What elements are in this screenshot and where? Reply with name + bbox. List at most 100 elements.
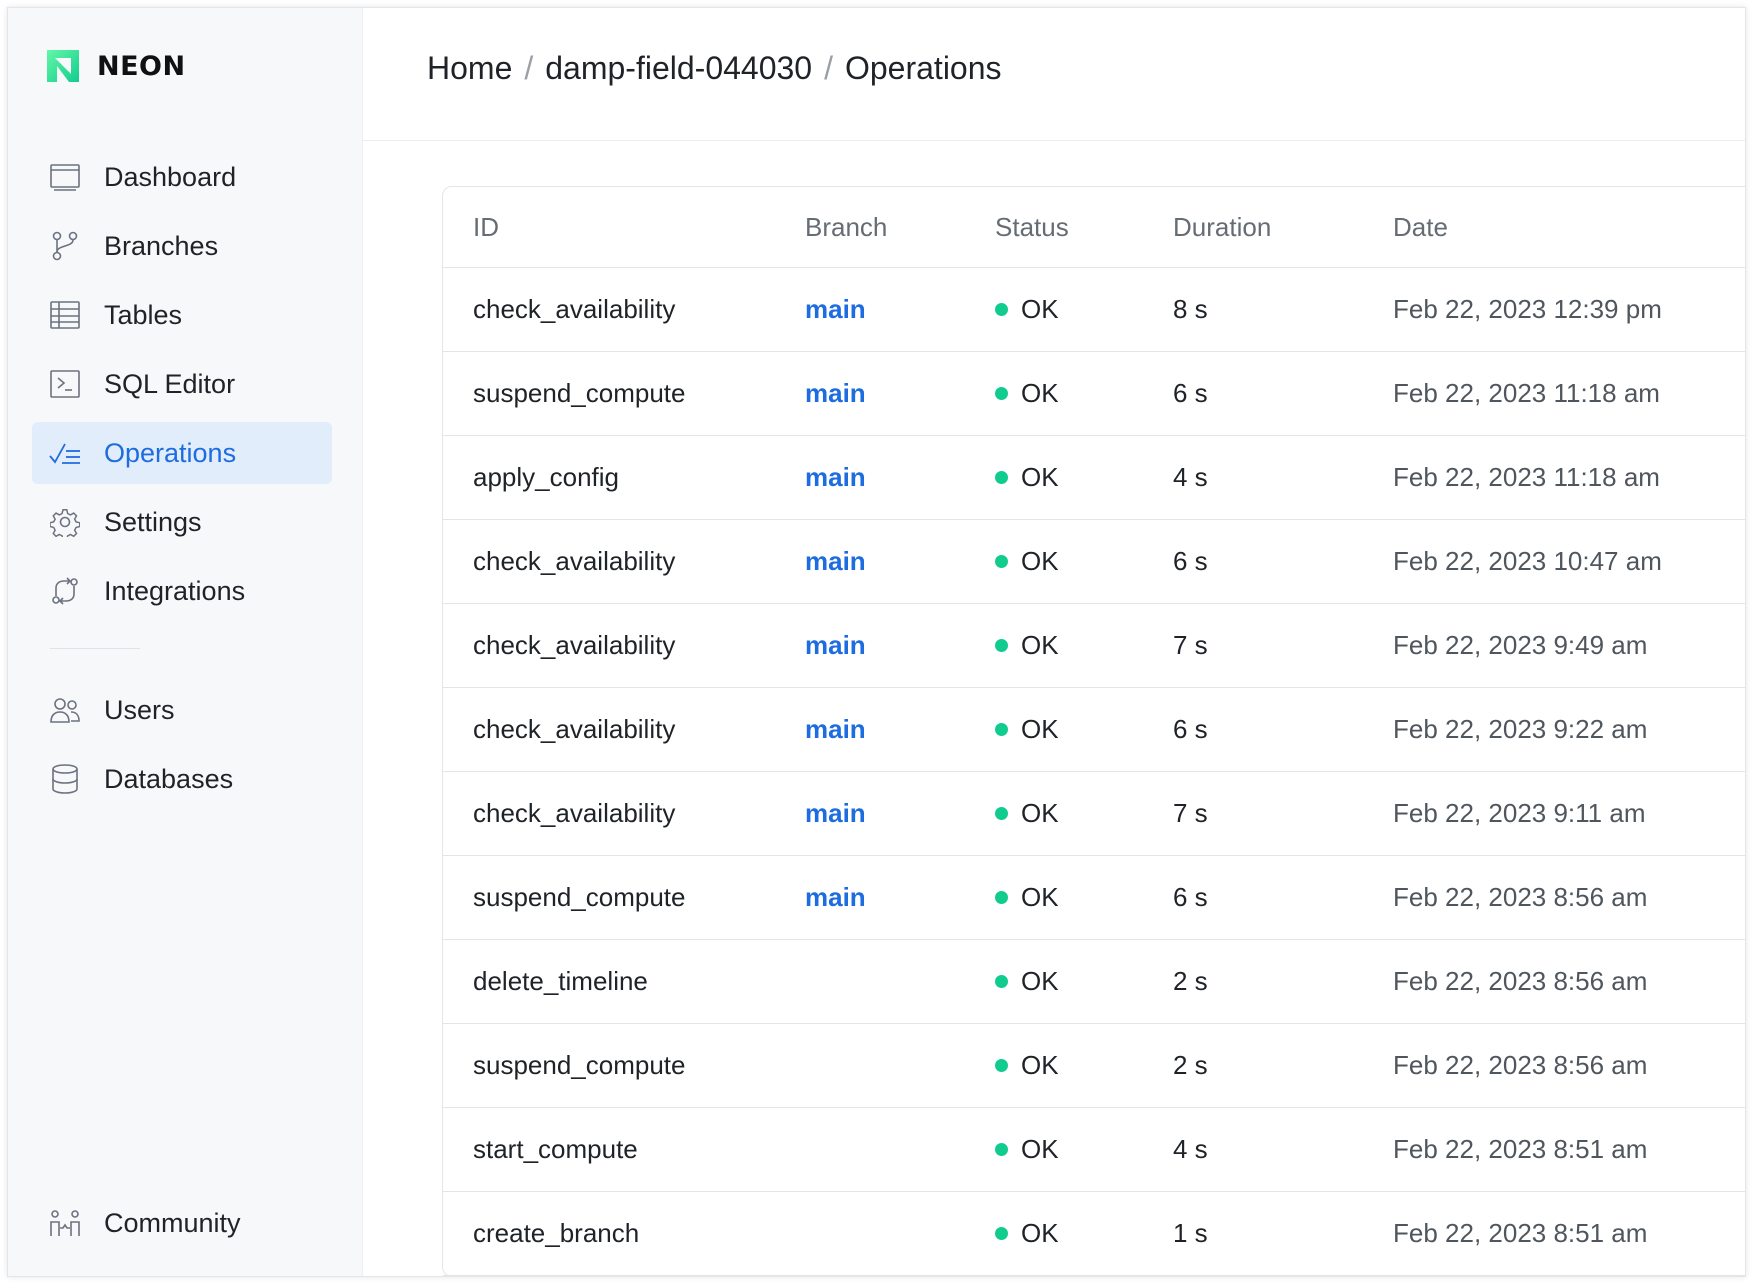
- sidebar-item-databases[interactable]: Databases: [32, 748, 332, 810]
- sidebar-item-dashboard[interactable]: Dashboard: [32, 146, 332, 208]
- neon-logo-icon: [47, 50, 79, 82]
- operation-id: delete_timeline: [473, 966, 648, 996]
- table-row[interactable]: create_branch OK 1 s Feb 22, 2023 8:51 am: [443, 1192, 1745, 1276]
- status-dot-icon: [995, 639, 1008, 652]
- table-header: ID Branch Status Duration Date: [443, 187, 1745, 268]
- main-content: Home / damp-field-044030 / Operations ID…: [363, 8, 1745, 1276]
- breadcrumb-home[interactable]: Home: [427, 50, 512, 87]
- table-row[interactable]: suspend_compute main OK 6 s Feb 22, 2023 8:5…: [443, 856, 1745, 940]
- sidebar-item-label: Branches: [104, 230, 219, 261]
- branch-link[interactable]: main: [805, 462, 866, 492]
- duration-cell: 4 s: [1173, 1134, 1208, 1164]
- table-row[interactable]: suspend_compute main OK 6 s Feb 22, 2023 11:…: [443, 352, 1745, 436]
- branch-link[interactable]: main: [805, 882, 866, 912]
- branch-cell: main: [805, 714, 995, 745]
- branch-link[interactable]: main: [805, 630, 866, 660]
- status-text: OK: [1021, 1134, 1059, 1164]
- sidebar-item-label: Users: [104, 694, 175, 725]
- table-icon: [48, 298, 82, 332]
- neon-logo[interactable]: NEON: [43, 46, 186, 86]
- table-row[interactable]: check_availability main OK 6 s Feb 22, 2023 …: [443, 688, 1745, 772]
- sidebar-item-label: Community: [104, 1207, 241, 1238]
- table-row[interactable]: suspend_compute OK 2 s Feb 22, 2023 8:56 am: [443, 1024, 1745, 1108]
- status-dot-icon: [995, 975, 1008, 988]
- status-dot-icon: [995, 555, 1008, 568]
- table-row[interactable]: apply_config main OK 4 s Feb 22, 2023 11:18 …: [443, 436, 1745, 520]
- date-cell: Feb 22, 2023 8:56 am: [1393, 1050, 1648, 1080]
- duration-cell: 4 s: [1173, 462, 1208, 492]
- sidebar-item-label: Databases: [104, 763, 234, 794]
- operation-id: suspend_compute: [473, 1050, 686, 1080]
- column-header-id: ID: [473, 211, 499, 242]
- table-row[interactable]: check_availability main OK 6 s Feb 22, 2023 …: [443, 520, 1745, 604]
- status-dot-icon: [995, 1143, 1008, 1156]
- breadcrumb-separator: /: [524, 49, 534, 86]
- column-header-duration: Duration: [1173, 211, 1272, 242]
- branch-cell: main: [805, 546, 995, 577]
- status-dot-icon: [995, 723, 1008, 736]
- table-row[interactable]: delete_timeline OK 2 s Feb 22, 2023 8:56 am: [443, 940, 1745, 1024]
- duration-cell: 7 s: [1173, 798, 1208, 828]
- breadcrumb-current: Operations: [844, 49, 1002, 86]
- operation-id: check_availability: [473, 798, 676, 828]
- terminal-icon: [48, 367, 82, 401]
- branch-link[interactable]: main: [805, 294, 866, 324]
- status-text: OK: [1021, 882, 1059, 912]
- sidebar-item-sql-editor[interactable]: SQL Editor: [32, 353, 332, 415]
- operation-id: check_availability: [473, 546, 676, 576]
- page-header: Home / damp-field-044030 / Operations: [363, 8, 1745, 141]
- sidebar-item-label: Settings: [104, 506, 202, 537]
- status-cell: OK: [995, 1050, 1173, 1081]
- status-text: OK: [1021, 462, 1059, 492]
- status-text: OK: [1021, 294, 1059, 324]
- sidebar-item-integrations[interactable]: Integrations: [32, 560, 332, 622]
- table-row[interactable]: check_availability main OK 7 s Feb 22, 2023 …: [443, 604, 1745, 688]
- branch-link[interactable]: main: [805, 546, 866, 576]
- operation-id: apply_config: [473, 462, 619, 492]
- status-dot-icon: [995, 387, 1008, 400]
- duration-cell: 6 s: [1173, 714, 1208, 744]
- status-dot-icon: [995, 303, 1008, 316]
- status-text: OK: [1021, 966, 1059, 996]
- sidebar-item-tables[interactable]: Tables: [32, 284, 332, 346]
- status-cell: OK: [995, 630, 1173, 661]
- table-row[interactable]: check_availability main OK 7 s Feb 22, 2023 …: [443, 772, 1745, 856]
- community-icon: [48, 1206, 82, 1240]
- table-row[interactable]: check_availability main OK 8 s Feb 22, 2023 …: [443, 268, 1745, 352]
- app-name: NEON: [97, 50, 186, 82]
- date-cell: Feb 22, 2023 11:18 am: [1393, 378, 1660, 408]
- sidebar-nav: Dashboard Branches Tables SQL Editor Ope…: [32, 146, 332, 817]
- status-cell: OK: [995, 462, 1173, 493]
- dashboard-icon: [48, 160, 82, 194]
- breadcrumb-project[interactable]: damp-field-044030: [545, 50, 812, 87]
- sidebar-item-community[interactable]: Community: [32, 1192, 332, 1254]
- breadcrumb-separator: /: [824, 49, 833, 86]
- sidebar-item-label: Operations: [104, 437, 237, 468]
- sidebar-item-branches[interactable]: Branches: [32, 215, 332, 277]
- sidebar-item-settings[interactable]: Settings: [32, 491, 332, 553]
- sidebar-item-label: SQL Editor: [104, 368, 236, 399]
- breadcrumb: Home / damp-field-044030 / Operations: [427, 50, 1002, 87]
- branch-cell: main: [805, 630, 995, 661]
- duration-cell: 6 s: [1173, 546, 1208, 576]
- duration-cell: 2 s: [1173, 1050, 1208, 1080]
- branch-link[interactable]: main: [805, 714, 866, 744]
- status-dot-icon: [995, 471, 1008, 484]
- table-row[interactable]: start_compute OK 4 s Feb 22, 2023 8:51 am: [443, 1108, 1745, 1192]
- sidebar-item-label: Integrations: [104, 575, 246, 606]
- status-cell: OK: [995, 1218, 1173, 1249]
- status-text: OK: [1021, 1050, 1059, 1080]
- integrations-icon: [48, 574, 82, 608]
- date-cell: Feb 22, 2023 9:11 am: [1393, 798, 1646, 828]
- sidebar-item-operations[interactable]: Operations: [32, 422, 332, 484]
- status-cell: OK: [995, 966, 1173, 997]
- column-header-status: Status: [995, 211, 1069, 242]
- branch-link[interactable]: main: [805, 378, 866, 408]
- operations-icon: [48, 436, 82, 470]
- operation-id: check_availability: [473, 630, 676, 660]
- operation-id: check_availability: [473, 714, 676, 744]
- sidebar-item-users[interactable]: Users: [32, 679, 332, 741]
- sidebar-item-label: Tables: [104, 299, 183, 330]
- branch-link[interactable]: main: [805, 798, 866, 828]
- status-cell: OK: [995, 1134, 1173, 1165]
